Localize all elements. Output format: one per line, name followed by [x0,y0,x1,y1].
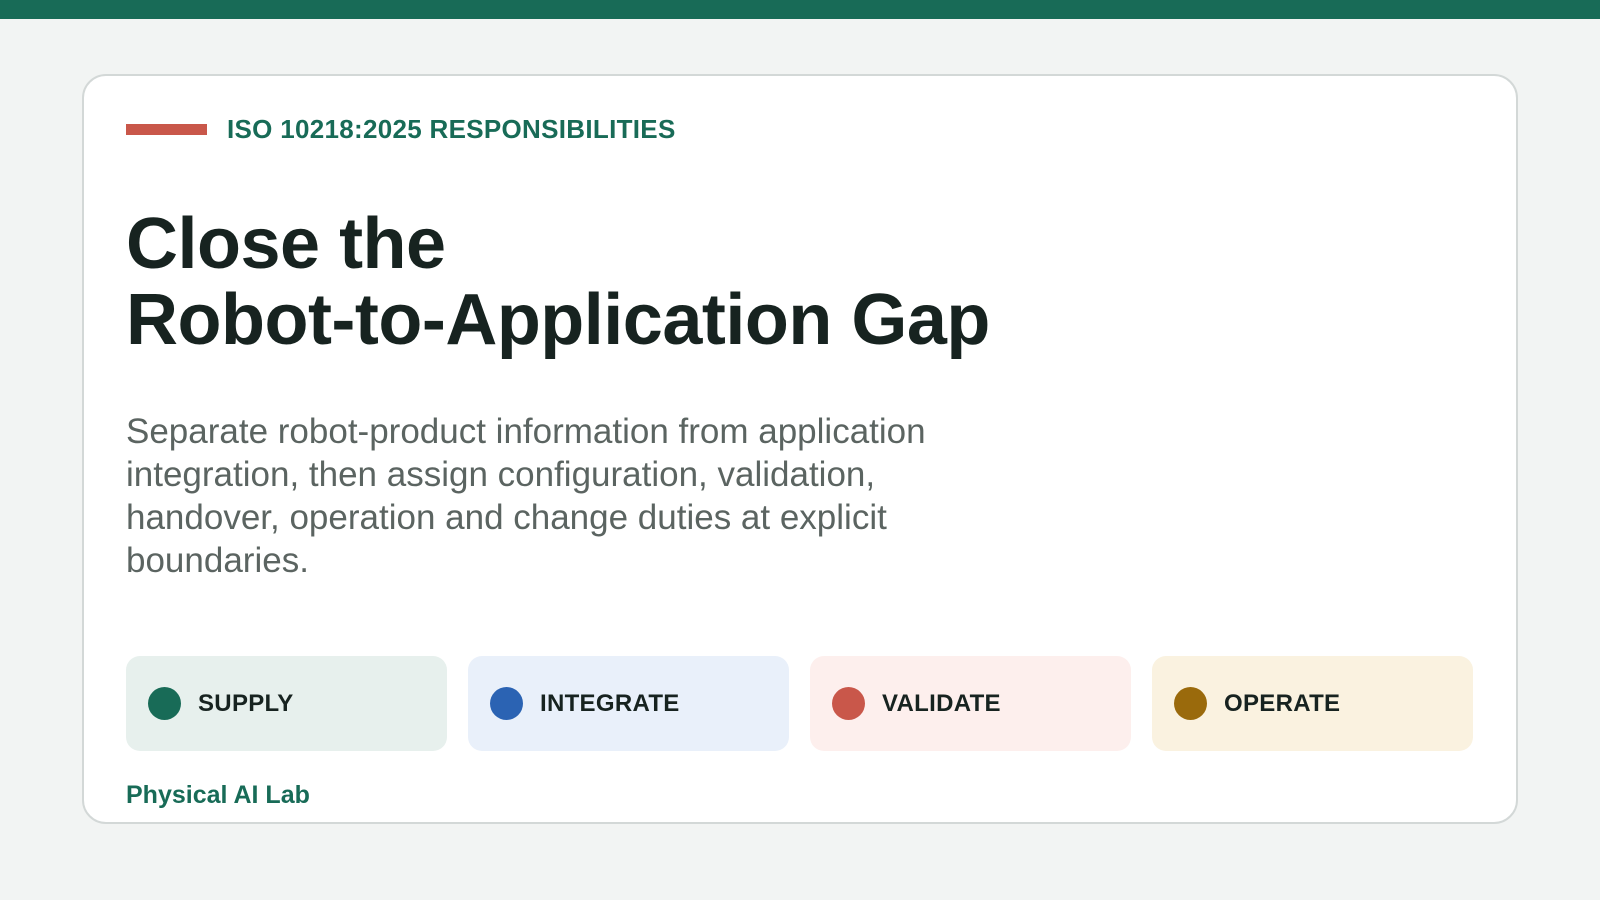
stage-label: INTEGRATE [540,689,680,717]
stage-tile-operate: OPERATE [1152,656,1473,751]
footer-brand: Physical AI Lab [126,781,310,809]
eyebrow-text: ISO 10218:2025 RESPONSIBILITIES [227,114,676,144]
title-line-2: Robot-to-Application Gap [126,280,990,360]
stage-tile-supply: SUPPLY [126,656,447,751]
eyebrow: ISO 10218:2025 RESPONSIBILITIES [126,114,676,145]
title-line-1: Close the [126,204,446,284]
eyebrow-accent-bar [126,124,207,135]
stage-label: OPERATE [1224,689,1341,717]
stage-label: VALIDATE [882,689,1001,717]
stage-dot-icon [490,687,523,720]
stage-tile-validate: VALIDATE [810,656,1131,751]
stage-dot-icon [832,687,865,720]
slide-card: ISO 10218:2025 RESPONSIBILITIES Close th… [82,74,1518,824]
page-title: Close the Robot-to-Application Gap [126,206,990,358]
stage-tiles: SUPPLY INTEGRATE VALIDATE OPERATE [126,656,1473,751]
stage-dot-icon [148,687,181,720]
stage-tile-integrate: INTEGRATE [468,656,789,751]
description: Separate robot-product information from … [126,412,926,580]
top-accent-bar [0,0,1600,19]
stage-label: SUPPLY [198,689,294,717]
stage-dot-icon [1174,687,1207,720]
